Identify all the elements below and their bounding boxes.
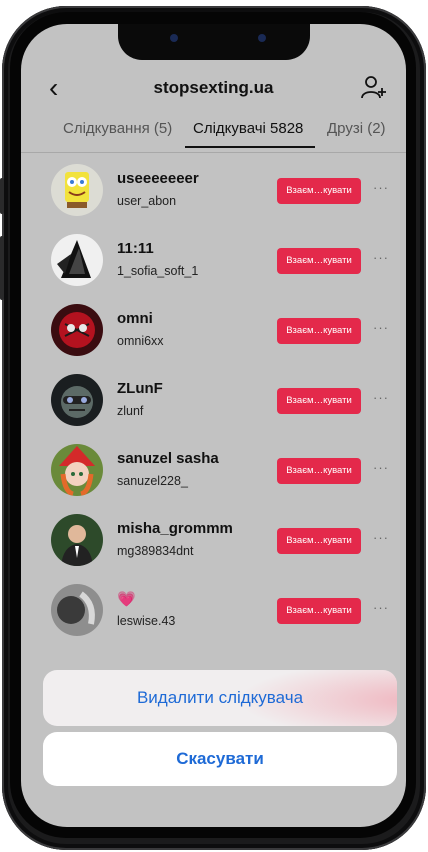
follow-back-button[interactable]: Взаєм…кувати bbox=[277, 598, 361, 624]
display-name: omni bbox=[117, 310, 153, 327]
tab-followers[interactable]: Слідкувачі 5828 bbox=[193, 120, 303, 137]
more-options-icon[interactable]: ··· bbox=[373, 390, 389, 405]
active-tab-indicator bbox=[185, 146, 315, 148]
username: sanuzel228_ bbox=[117, 474, 188, 488]
add-user-icon[interactable] bbox=[360, 74, 388, 102]
page-title: stopsexting.ua bbox=[153, 78, 274, 97]
camera-dot bbox=[170, 34, 178, 42]
volume-up-button bbox=[0, 178, 4, 214]
display-name: useeeeeeer bbox=[117, 170, 199, 187]
volume-down-button bbox=[0, 236, 4, 300]
more-options-icon[interactable]: ··· bbox=[373, 460, 389, 475]
follow-back-button[interactable]: Взаєм…кувати bbox=[277, 528, 361, 554]
more-options-icon[interactable]: ··· bbox=[373, 250, 389, 265]
more-options-icon[interactable]: ··· bbox=[373, 320, 389, 335]
follow-back-button[interactable]: Взаєм…кувати bbox=[277, 178, 361, 204]
list-item[interactable]: ZLunF zlunf Взаєм…кувати ··· bbox=[21, 368, 406, 438]
remove-follower-label: Видалити слідкувача bbox=[136, 688, 304, 707]
avatar[interactable] bbox=[51, 514, 103, 566]
cancel-label: Скасувати bbox=[176, 749, 264, 768]
username: 1_sofia_soft_1 bbox=[117, 264, 199, 278]
tab-following[interactable]: Слідкування (5) bbox=[63, 120, 172, 137]
more-options-icon[interactable]: ··· bbox=[373, 600, 389, 615]
tab-friends[interactable]: Друзі (2) bbox=[327, 120, 386, 137]
sensor-dot bbox=[258, 34, 266, 42]
screen: ‹ stopsexting.ua Слідкування (5) Слідкув… bbox=[21, 24, 406, 827]
divider bbox=[21, 152, 406, 153]
follow-back-button[interactable]: Взаєм…кувати bbox=[277, 248, 361, 274]
more-options-icon[interactable]: ··· bbox=[373, 530, 389, 545]
display-name: ZLunF bbox=[117, 380, 163, 397]
header: ‹ stopsexting.ua bbox=[21, 68, 406, 112]
username: zlunf bbox=[117, 404, 144, 418]
username: leswise.43 bbox=[117, 614, 176, 628]
notch bbox=[118, 24, 310, 60]
tab-bar: Слідкування (5) Слідкувачі 5828 Друзі (2… bbox=[21, 116, 406, 152]
cancel-button[interactable]: Скасувати bbox=[43, 732, 397, 786]
list-item[interactable]: 11:11 1_sofia_soft_1 Взаєм…кувати ··· bbox=[21, 228, 406, 298]
display-name: misha_grommm bbox=[117, 520, 233, 537]
more-options-icon[interactable]: ··· bbox=[373, 180, 389, 195]
avatar[interactable] bbox=[51, 234, 103, 286]
followers-list: useeeeeeer user_abon Взаєм…кувати ··· 11… bbox=[21, 158, 406, 648]
list-item[interactable]: sanuzel sasha sanuzel228_ Взаєм…кувати ·… bbox=[21, 438, 406, 508]
username: mg389834dnt bbox=[117, 544, 194, 558]
avatar[interactable] bbox=[51, 444, 103, 496]
list-item[interactable]: 💗 leswise.43 Взаєм…кувати ··· bbox=[21, 578, 406, 648]
username: user_abon bbox=[117, 194, 177, 208]
avatar[interactable] bbox=[51, 374, 103, 426]
display-name: sanuzel sasha bbox=[117, 450, 219, 467]
display-name: 💗 bbox=[117, 591, 136, 608]
avatar[interactable] bbox=[51, 164, 103, 216]
follow-back-button[interactable]: Взаєм…кувати bbox=[277, 318, 361, 344]
list-item[interactable]: misha_grommm mg389834dnt Взаєм…кувати ··… bbox=[21, 508, 406, 578]
remove-follower-button[interactable]: Видалити слідкувача bbox=[43, 670, 397, 726]
avatar[interactable] bbox=[51, 584, 103, 636]
avatar[interactable] bbox=[51, 304, 103, 356]
follow-back-button[interactable]: Взаєм…кувати bbox=[277, 388, 361, 414]
display-name: 11:11 bbox=[117, 240, 154, 257]
list-item[interactable]: useeeeeeer user_abon Взаєм…кувати ··· bbox=[21, 158, 406, 228]
username: omni6xx bbox=[117, 334, 164, 348]
list-item[interactable]: omni omni6xx Взаєм…кувати ··· bbox=[21, 298, 406, 368]
follow-back-button[interactable]: Взаєм…кувати bbox=[277, 458, 361, 484]
